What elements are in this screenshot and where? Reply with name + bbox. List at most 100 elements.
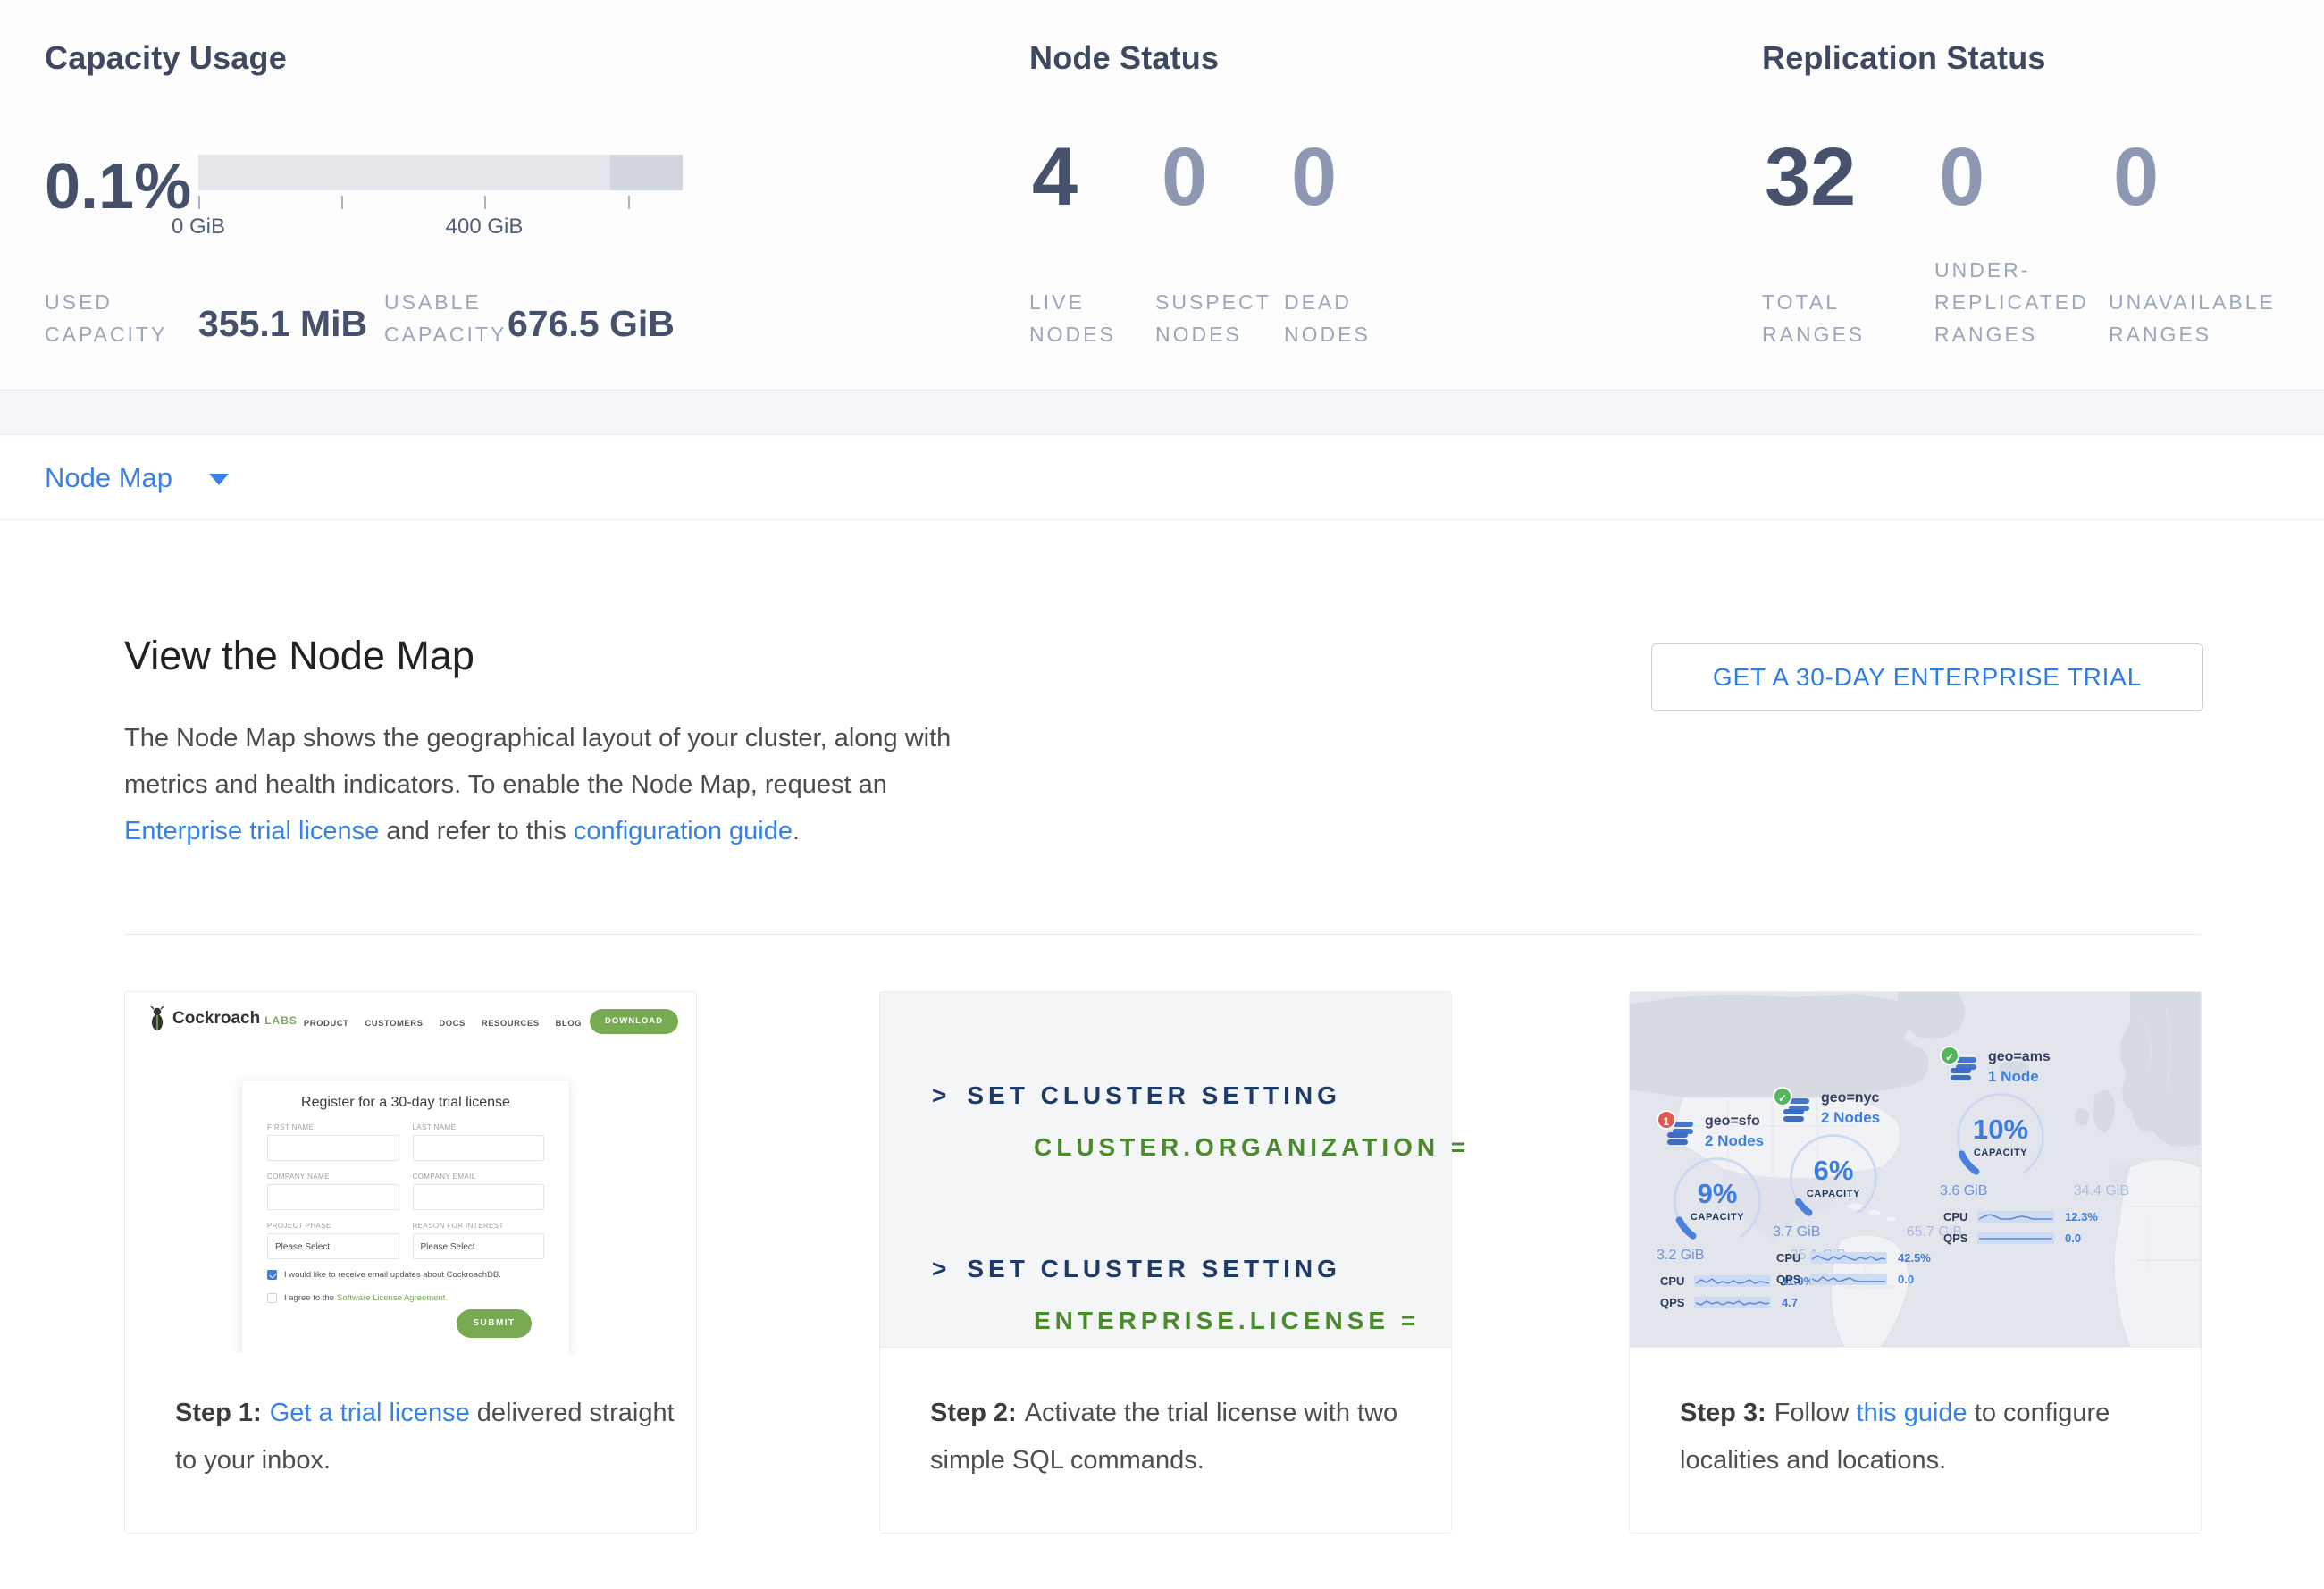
logo-suffix-text: LABS [264, 1014, 298, 1027]
node-map-dropdown-label: Node Map [45, 462, 172, 493]
qps-sparkline [1810, 1274, 1887, 1285]
used-capacity: 3.6 GiB [1940, 1183, 1987, 1199]
step3-caption: Step 3:Follow this guide to configure lo… [1630, 1354, 2201, 1533]
step1-caption: Step 1:Get a trial license delivered str… [125, 1354, 696, 1533]
replication-status-title: Replication Status [1762, 39, 2046, 77]
this-guide-link[interactable]: this guide [1857, 1399, 1967, 1427]
unavailable-ranges-label: UNAVAILABLERANGES [2109, 286, 2276, 350]
intro-text: and refer to this [379, 817, 574, 845]
checkbox-label: I would like to receive email updates ab… [284, 1270, 501, 1280]
download-button-image: DOWNLOAD [590, 1009, 678, 1034]
form-field: FIRST NAME [267, 1123, 399, 1161]
capacity-bar-tick [484, 196, 486, 209]
form-field: PROJECT PHASEPlease Select [267, 1222, 399, 1259]
cpu-row: CPU 12.3% [1943, 1210, 2129, 1223]
get-enterprise-trial-button[interactable]: GET A 30-DAY ENTERPRISE TRIAL [1651, 643, 2203, 711]
cpu-row: CPU 42.5% [1776, 1251, 1962, 1265]
used-capacity-value: 355.1 MiB [198, 303, 367, 345]
total-ranges-label: TOTALRANGES [1762, 286, 1865, 350]
suspect-count-badge: 1 [1657, 1110, 1676, 1130]
capacity-percent: 9% [1669, 1178, 1766, 1210]
capacity-percent: 6% [1785, 1155, 1882, 1187]
node-map-dropdown[interactable]: Node Map [45, 435, 229, 520]
submit-button-image: SUBMIT [457, 1309, 532, 1338]
capacity-usage-title: Capacity Usage [45, 39, 287, 77]
capacity-bar-tick [341, 196, 343, 209]
intro-text: . [793, 817, 800, 845]
cockroach-bug-icon [148, 1006, 166, 1031]
healthy-check-badge: ✓ [1940, 1046, 1959, 1065]
checkbox-label: I agree to the [284, 1293, 334, 1303]
cluster-summary-section: Capacity Usage 0.1% 0 GiB 400 GiB USED C… [0, 0, 2324, 391]
usable-capacity-value: 676.5 GiB [508, 303, 675, 345]
step-label: Step 2: [930, 1399, 1017, 1427]
nav-item: CUSTOMERS [365, 1019, 423, 1029]
sql-line: >SET CLUSTER SETTING [932, 1255, 1341, 1283]
capacity-range: 3.6 GiB 34.4 GiB [1940, 1183, 2129, 1199]
suspect-nodes-value: 0 [1162, 130, 1207, 224]
capacity-tick-label-400: 400 GiB [429, 214, 540, 240]
locality-nodes: 2 Nodes [1821, 1109, 1880, 1127]
dead-nodes-label: DEADNODES [1284, 286, 1371, 350]
license-agreement-link: Software License Agreement. [337, 1293, 448, 1303]
step1-card: Cockroach LABS PRODUCT CUSTOMERS DOCS RE… [124, 991, 697, 1534]
capacity-gauge: 6% CAPACITY [1785, 1130, 1882, 1226]
capacity-percent: 0.1% [45, 150, 191, 223]
mini-site-header: Cockroach LABS PRODUCT CUSTOMERS DOCS RE… [125, 992, 696, 1051]
step-label: Step 3: [1680, 1399, 1766, 1427]
section-divider [124, 934, 2201, 935]
form-fields: FIRST NAME LAST NAME COMPANY NAME COMPAN… [267, 1123, 544, 1259]
capacity-label: CAPACITY [1785, 1189, 1882, 1199]
page-title: View the Node Map [124, 633, 474, 679]
dead-nodes-value: 0 [1291, 130, 1337, 224]
get-trial-license-link[interactable]: Get a trial license [270, 1399, 470, 1427]
nav-item: DOCS [439, 1019, 465, 1029]
cpu-sparkline [1810, 1252, 1887, 1264]
capacity-bar-tick [628, 196, 630, 209]
chevron-down-icon [209, 474, 229, 485]
replication-status-panel: Replication Status 32 0 0 TOTALRANGES UN… [1762, 0, 2316, 390]
capacity-label: CAPACITY [1952, 1148, 2049, 1158]
total-capacity: 34.4 GiB [2074, 1183, 2129, 1199]
qps-sparkline [1694, 1297, 1771, 1308]
step2-caption: Step 2:Activate the trial license with t… [880, 1354, 1451, 1533]
cpu-sparkline [1694, 1275, 1771, 1287]
step2-card: >SET CLUSTER SETTING CLUSTER.ORGANIZATIO… [879, 991, 1452, 1534]
trial-license-form-image: Register for a 30-day trial license FIRS… [241, 1080, 570, 1357]
sql-arg-license: ENTERPRISE.LICENSE = [1034, 1307, 1420, 1335]
enterprise-trial-license-link[interactable]: Enterprise trial license [124, 817, 379, 845]
capacity-gauge: 10% CAPACITY [1952, 1089, 2049, 1185]
sql-arg-organization: CLUSTER.ORGANIZATION = [1034, 1133, 1470, 1162]
under-replicated-ranges-value: 0 [1939, 130, 1984, 224]
locality-name: geo=nyc [1821, 1090, 1879, 1106]
form-field: REASON FOR INTERESTPlease Select [413, 1222, 545, 1259]
cockroach-labs-logo: Cockroach LABS [148, 1006, 298, 1031]
checkbox-unchecked-icon [267, 1293, 277, 1303]
healthy-check-badge: ✓ [1773, 1087, 1792, 1106]
qps-row: QPS 4.7 [1660, 1296, 1846, 1309]
license-agreement-checkbox-row: I agree to the Software License Agreemen… [267, 1293, 448, 1303]
node-map-preview-image: 1 geo=sfo 2 Nodes 9% CAPACITY [1630, 992, 2201, 1348]
under-replicated-ranges-label: UNDER- REPLICATED RANGES [1934, 254, 2089, 350]
locality-nodes: 1 Node [1988, 1068, 2039, 1086]
capacity-tick-label-0: 0 GiB [161, 214, 236, 240]
cpu-sparkline [1977, 1211, 2054, 1223]
nav-item: BLOG [556, 1019, 582, 1029]
qps-row: QPS 0.0 [1943, 1232, 2129, 1245]
configuration-guide-link[interactable]: configuration guide [574, 817, 793, 845]
capacity-bar [198, 155, 683, 190]
node-map-placeholder-section: View the Node Map The Node Map shows the… [0, 520, 2324, 1588]
suspect-nodes-label: SUSPECTNODES [1155, 286, 1271, 350]
capacity-bar-other-segment [610, 155, 683, 190]
caption-text: Follow [1774, 1399, 1857, 1427]
used-capacity: 3.2 GiB [1657, 1248, 1704, 1264]
view-selector-bar: Node Map [0, 435, 2324, 520]
step-label: Step 1: [175, 1399, 262, 1427]
capacity-range: 3.7 GiB 65.7 GiB [1773, 1224, 1962, 1240]
live-nodes-value: 4 [1032, 130, 1078, 224]
sql-commands-image: >SET CLUSTER SETTING CLUSTER.ORGANIZATIO… [880, 992, 1451, 1348]
nav-item: RESOURCES [482, 1019, 540, 1029]
qps-row: QPS 0.0 [1776, 1273, 1962, 1286]
mini-site-nav: PRODUCT CUSTOMERS DOCS RESOURCES BLOG [304, 1019, 582, 1029]
logo-text: Cockroach [172, 1009, 260, 1029]
